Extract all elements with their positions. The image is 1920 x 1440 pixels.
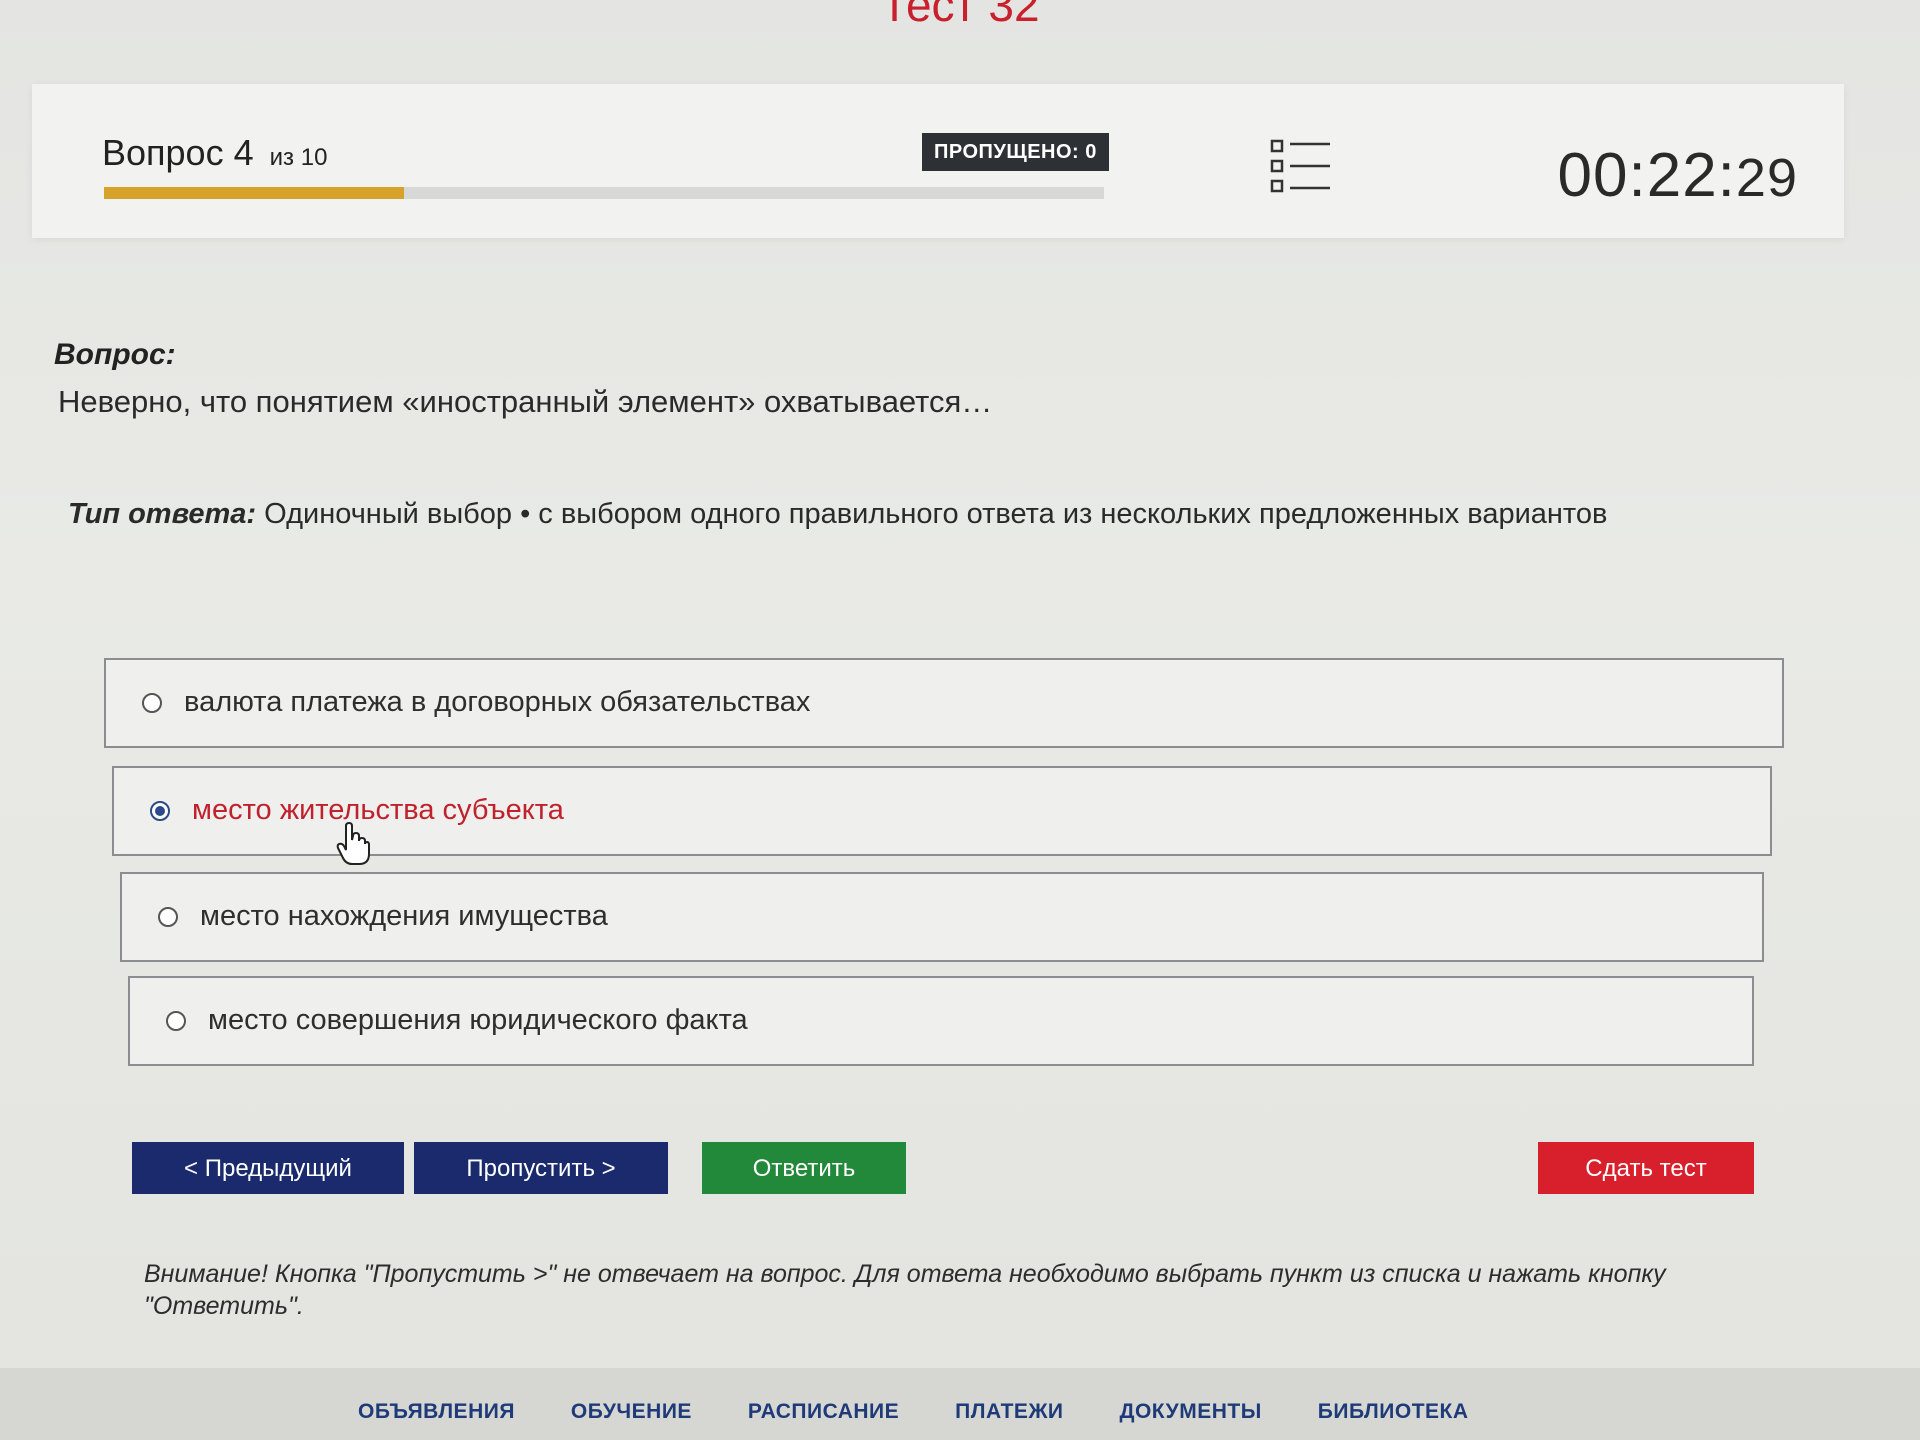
option-text: место жительства субъекта [192, 794, 564, 826]
question-header: Вопрос 4 из 10 ПРОПУЩЕНО: 0 00:22:29 [32, 84, 1844, 238]
hand-cursor-icon [336, 821, 370, 866]
countdown-timer: 00:22:29 [1558, 140, 1798, 211]
footer-link-library[interactable]: БИБЛИОТЕКА [1318, 1400, 1469, 1424]
progress-fill [104, 187, 404, 199]
question-counter: Вопрос 4 из 10 [102, 132, 327, 174]
question-total: из 10 [269, 144, 328, 171]
answer-type-label: Тип ответа: [68, 498, 257, 530]
footer-link-announcements[interactable]: ОБЪЯВЛЕНИЯ [358, 1400, 515, 1424]
test-page: Тест 32 Вопрос 4 из 10 ПРОПУЩЕНО: 0 00:2… [0, 0, 1920, 1440]
footer-link-documents[interactable]: ДОКУМЕНТЫ [1120, 1400, 1262, 1424]
submit-test-button[interactable]: Сдать тест [1538, 1142, 1754, 1194]
skip-notice: Внимание! Кнопка "Пропустить >" не отвеч… [144, 1260, 1666, 1320]
answer-type: Тип ответа: Одиночный выбор • с выбором … [68, 498, 1607, 531]
option-text: валюта платежа в договорных обязательств… [184, 686, 811, 718]
timer-seconds: 29 [1735, 148, 1798, 208]
footer-link-schedule[interactable]: РАСПИСАНИЕ [748, 1400, 899, 1424]
radio-button-checked[interactable] [150, 801, 170, 821]
answer-option-4[interactable]: место совершения юридического факта [128, 976, 1754, 1066]
option-text: место совершения юридического факта [208, 1004, 748, 1036]
test-title: Тест 32 [880, 0, 1040, 31]
answer-type-value: Одиночный выбор • с выбором одного прави… [264, 498, 1608, 530]
footer-nav: ОБЪЯВЛЕНИЯ ОБУЧЕНИЕ РАСПИСАНИЕ ПЛАТЕЖИ Д… [358, 1400, 1525, 1424]
answer-option-1[interactable]: валюта платежа в договорных обязательств… [104, 658, 1784, 748]
footer-link-learning[interactable]: ОБУЧЕНИЕ [571, 1400, 692, 1424]
footer: ОБЪЯВЛЕНИЯ ОБУЧЕНИЕ РАСПИСАНИЕ ПЛАТЕЖИ Д… [0, 1368, 1920, 1440]
skip-button[interactable]: Пропустить > [414, 1142, 668, 1194]
radio-button[interactable] [166, 1011, 186, 1031]
answer-button[interactable]: Ответить [702, 1142, 906, 1194]
question-word: Вопрос [102, 132, 224, 173]
progress-bar [104, 187, 1104, 199]
question-text: Неверно, что понятием «иностранный элеме… [58, 384, 993, 419]
question-list-icon[interactable] [1270, 138, 1332, 194]
question-number: 4 [233, 132, 254, 173]
answer-option-3[interactable]: место нахождения имущества [120, 872, 1764, 962]
radio-button[interactable] [158, 907, 178, 927]
radio-button[interactable] [142, 693, 162, 713]
timer-main: 00:22: [1557, 141, 1736, 210]
option-text: место нахождения имущества [200, 900, 608, 932]
question-label: Вопрос: [54, 338, 176, 371]
footer-link-payments[interactable]: ПЛАТЕЖИ [955, 1400, 1063, 1424]
skipped-count-badge: ПРОПУЩЕНО: 0 [922, 133, 1109, 171]
previous-button[interactable]: < Предыдущий [132, 1142, 404, 1194]
